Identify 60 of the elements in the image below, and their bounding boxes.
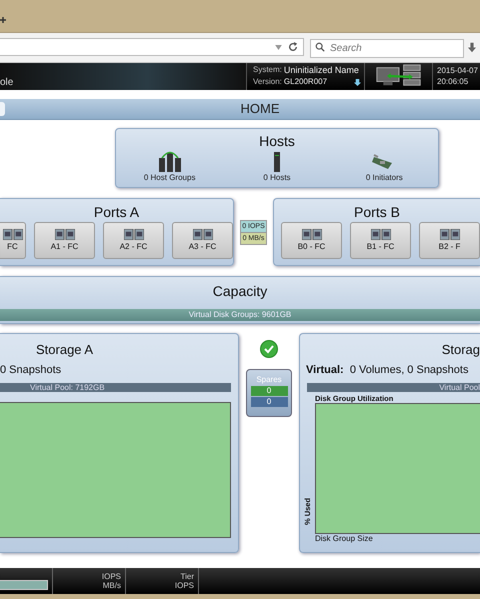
date-text: 2015-04-07: [437, 65, 479, 76]
axis-label: Disk Group Size: [314, 534, 374, 543]
port-icon: [440, 229, 460, 240]
footer-label: IOPS: [102, 572, 121, 581]
server-group-icon: [158, 150, 182, 173]
port-icon: [124, 229, 144, 240]
pool-bar: Virtual Pool: 7192GB: [0, 382, 231, 392]
spares-count: 0: [250, 386, 288, 396]
page-title: HOME: [240, 101, 280, 116]
panel-title: Storag: [440, 342, 480, 357]
address-field[interactable]: [0, 38, 304, 56]
port-icon: [302, 229, 322, 240]
server-icon: [272, 150, 281, 173]
port-button[interactable]: B2 - F: [419, 222, 480, 259]
connection-drawing[interactable]: [374, 64, 422, 88]
hosts-panel[interactable]: Hosts 0 Host Groups 0 Hosts 0 Initiators: [115, 128, 439, 188]
capacity-bar: Virtual Disk Groups: 9601GB: [0, 308, 480, 321]
reload-icon[interactable]: [288, 42, 298, 52]
app-title: ole: [0, 76, 14, 88]
host-count: 0 Hosts: [263, 172, 291, 182]
footer-label: Tier: [180, 572, 194, 581]
new-tab-icon[interactable]: [0, 16, 6, 24]
download-icon[interactable]: [468, 42, 476, 53]
version-text: GL200R007: [284, 76, 328, 88]
panel-title: Ports A: [92, 204, 140, 220]
footer-label: MB/s: [102, 580, 121, 590]
port-button[interactable]: A2 - FC: [103, 222, 164, 259]
download-arrow-icon[interactable]: [354, 78, 361, 86]
port-button[interactable]: A1 - FC: [34, 222, 95, 259]
port-button[interactable]: FC: [0, 222, 26, 259]
panel-title: Ports B: [353, 204, 401, 220]
port-button[interactable]: B1 - FC: [350, 222, 411, 259]
port-icon: [192, 229, 212, 240]
version-label: Version:: [253, 76, 282, 88]
port-icon: [370, 229, 390, 240]
system-name: Uninitialized Name: [284, 64, 359, 76]
footer-label: IOPS: [174, 580, 194, 590]
panel-title: Hosts: [258, 132, 296, 149]
capacity-panel[interactable]: Capacity Virtual Disk Groups: 9601GB: [0, 276, 480, 324]
spares-title: Spares: [256, 374, 282, 384]
host-count: 0 Initiators: [366, 172, 403, 182]
spares-panel[interactable]: Spares 0 0: [246, 368, 292, 417]
port-button[interactable]: B0 - FC: [281, 222, 342, 259]
spares-count: 0: [250, 396, 288, 407]
activity-bar: [0, 580, 48, 590]
port-icon: [54, 229, 74, 240]
summary-label: Virtual:: [306, 364, 344, 376]
search-field[interactable]: Search: [310, 38, 464, 58]
port-button[interactable]: A3 - FC: [172, 222, 233, 259]
port-icon: [2, 229, 22, 240]
host-count: 0 Host Groups: [144, 172, 196, 182]
storage-summary: 0 Snapshots: [0, 364, 62, 376]
panel-title: Capacity: [212, 282, 268, 299]
pool-bar: Virtual Pool: [307, 382, 480, 392]
time-text: 20:06:05: [437, 76, 470, 88]
storage-summary: 0 Volumes, 0 Snapshots: [350, 364, 468, 376]
check-icon: [260, 340, 278, 358]
panel-title: Storage A: [35, 342, 94, 357]
dropdown-icon[interactable]: [275, 44, 282, 50]
system-label: System:: [253, 64, 282, 76]
